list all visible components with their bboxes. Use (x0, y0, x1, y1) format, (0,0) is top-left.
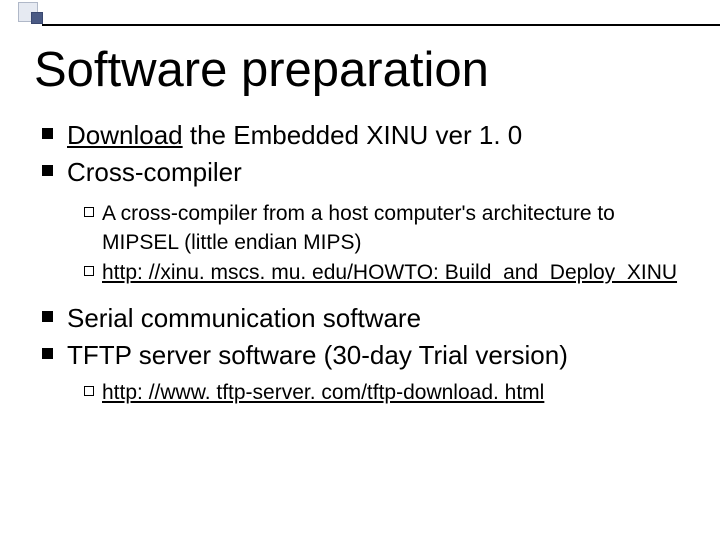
list-item: TFTP server software (30-day Trial versi… (42, 338, 692, 373)
list-item: Download the Embedded XINU ver 1. 0 (42, 118, 692, 153)
bullet-hollow-icon (84, 207, 94, 217)
bullet-square-icon (42, 348, 53, 359)
slide-body: Download the Embedded XINU ver 1. 0 Cros… (42, 118, 692, 422)
list-item: Cross-compiler (42, 155, 692, 190)
sub-list-item: http: //xinu. mscs. mu. edu/HOWTO: Build… (84, 259, 692, 287)
bullet-square-icon (42, 311, 53, 322)
list-item-text: Serial communication software (67, 301, 421, 336)
sub-list: A cross-compiler from a host computer's … (84, 200, 692, 287)
sub-list-item: A cross-compiler from a host computer's … (84, 200, 692, 257)
list-item-tail: the Embedded XINU ver 1. 0 (183, 120, 523, 150)
list-item: Serial communication software (42, 301, 692, 336)
deco-square-dark (31, 12, 43, 24)
list-item-text: Download the Embedded XINU ver 1. 0 (67, 118, 522, 153)
bullet-hollow-icon (84, 266, 94, 276)
xinu-howto-link[interactable]: http: //xinu. mscs. mu. edu/HOWTO: Build… (102, 259, 677, 287)
deco-rule (42, 24, 720, 26)
sub-list: http: //www. tftp-server. com/tftp-downl… (84, 379, 692, 407)
tftp-download-link[interactable]: http: //www. tftp-server. com/tftp-downl… (102, 379, 544, 407)
bullet-square-icon (42, 165, 53, 176)
sub-list-item: http: //www. tftp-server. com/tftp-downl… (84, 379, 692, 407)
bullet-hollow-icon (84, 386, 94, 396)
slide-decoration (0, 0, 720, 26)
download-link[interactable]: Download (67, 120, 183, 150)
sub-list-item-text: A cross-compiler from a host computer's … (102, 200, 692, 257)
slide-title: Software preparation (34, 42, 489, 98)
list-item-text: TFTP server software (30-day Trial versi… (67, 338, 568, 373)
list-item-text: Cross-compiler (67, 155, 242, 190)
bullet-square-icon (42, 128, 53, 139)
